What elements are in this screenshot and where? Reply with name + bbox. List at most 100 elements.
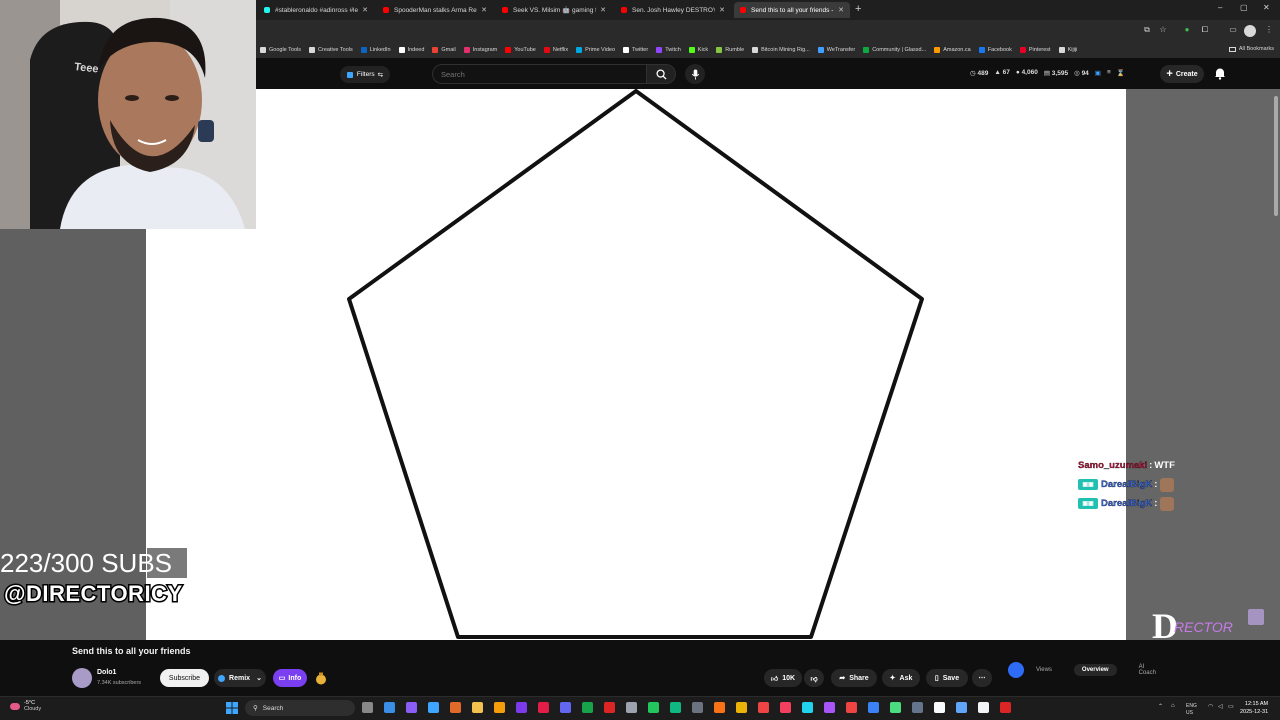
close-tab-icon[interactable]: ✕ — [719, 6, 725, 14]
search-input[interactable] — [432, 64, 646, 84]
taskbar-app-icon[interactable] — [714, 702, 725, 713]
taskbar-app-icon[interactable] — [362, 702, 373, 713]
browser-tab-1[interactable]: #stableronaldo #adinross #lebr ✕ — [258, 2, 374, 18]
minimize-button[interactable]: – — [1218, 3, 1222, 12]
voice-search-button[interactable] — [685, 64, 705, 84]
sidebar-icon[interactable]: ▭ — [1228, 25, 1238, 35]
puzzle-icon[interactable]: ⧠ — [1200, 25, 1210, 35]
bookmark-item[interactable]: Kick — [688, 47, 708, 53]
taskbar-app-icon[interactable] — [648, 702, 659, 713]
taskbar-app-icon[interactable] — [406, 702, 417, 713]
taskbar-app-icon[interactable] — [670, 702, 681, 713]
taskbar-app-icon[interactable] — [780, 702, 791, 713]
taskbar-app-icon[interactable] — [582, 702, 593, 713]
network-icon[interactable]: ⌂ — [1171, 703, 1175, 709]
bookmark-item[interactable]: Kijiji — [1058, 47, 1077, 53]
taskbar-app-icon[interactable] — [758, 702, 769, 713]
subscribe-button[interactable]: Subscribe — [160, 669, 209, 687]
list-icon[interactable]: ≡ — [1107, 69, 1111, 77]
all-bookmarks[interactable]: All Bookmarks — [1228, 46, 1274, 52]
bookmark-item[interactable]: Community | Glassd... — [863, 47, 926, 53]
channel-name[interactable]: Dolo1 — [97, 669, 116, 676]
tab-ai-coach[interactable]: AI Coach — [1139, 664, 1156, 676]
vidiq-icon[interactable] — [1008, 662, 1024, 678]
taskbar-app-icon[interactable] — [692, 702, 703, 713]
taskbar-app-icon[interactable] — [384, 702, 395, 713]
taskbar-app-icon[interactable] — [494, 702, 505, 713]
taskbar-search[interactable]: ⚲ Search — [245, 700, 355, 716]
video-player[interactable] — [256, 89, 1126, 640]
bookmark-item[interactable]: Gmail — [432, 47, 456, 53]
filters-button[interactable]: Filters ⇆ — [340, 66, 390, 83]
taskbar-app-icon[interactable] — [824, 702, 835, 713]
taskbar-app-icon[interactable] — [868, 702, 879, 713]
browser-tab-3[interactable]: Seek VS. Milsim 🤖 gaming fun ✕ — [496, 2, 612, 18]
save-button[interactable]: ▯ Save — [926, 669, 968, 687]
taskbar-app-icon[interactable] — [1000, 702, 1011, 713]
taskbar-app-icon[interactable] — [604, 702, 615, 713]
close-tab-icon[interactable]: ✕ — [600, 6, 606, 14]
search-button[interactable] — [646, 64, 676, 84]
close-tab-icon[interactable]: ✕ — [838, 6, 844, 14]
share-button[interactable]: ➦ Share — [831, 669, 877, 687]
bookmark-item[interactable]: Indeed — [398, 47, 424, 53]
bookmark-item[interactable]: Prime Video — [576, 47, 615, 53]
notifications-bell-icon[interactable] — [1214, 67, 1226, 80]
bookmark-item[interactable]: YouTube — [505, 47, 536, 53]
star-icon[interactable]: ☆ — [1158, 25, 1168, 35]
bookmark-item[interactable]: Rumble — [716, 47, 744, 53]
bookmark-item[interactable]: Pinterest — [1019, 47, 1051, 53]
bookmark-item[interactable]: Bitcoin Mining Rig... — [752, 47, 810, 53]
hourglass-icon[interactable]: ⌛ — [1117, 69, 1125, 77]
tray-overflow-icon[interactable]: ⌃ — [1158, 703, 1163, 710]
taskbar-app-icon[interactable] — [956, 702, 967, 713]
windows-start-icon[interactable] — [226, 702, 238, 714]
ask-button[interactable]: ✦ Ask — [882, 669, 920, 687]
taskbar-app-icon[interactable] — [538, 702, 549, 713]
taskbar-app-icon[interactable] — [736, 702, 747, 713]
create-button[interactable]: + Create — [1160, 65, 1204, 83]
language-indicator[interactable]: ENG US — [1186, 703, 1197, 717]
menu-icon[interactable]: ⋮ — [1264, 25, 1274, 35]
browser-tab-4[interactable]: Sen. Josh Hawley DESTROYS C ✕ — [615, 2, 731, 18]
profile-avatar[interactable] — [1244, 25, 1256, 37]
bookmark-item[interactable]: LinkedIn — [360, 47, 391, 53]
studio-icon[interactable]: ▣ — [1095, 69, 1101, 77]
info-button[interactable]: ▭ Info — [273, 669, 307, 687]
money-bag-icon[interactable] — [314, 671, 328, 685]
more-actions-button[interactable]: ⋯ — [972, 669, 992, 687]
close-tab-icon[interactable]: ✕ — [362, 6, 368, 14]
bookmark-item[interactable]: Netflix — [543, 47, 568, 53]
bookmark-item[interactable]: WeTransfer — [817, 47, 855, 53]
battery-icon[interactable]: ▭ — [1228, 703, 1234, 710]
taskbar-app-icon[interactable] — [472, 702, 483, 713]
taskbar-app-icon[interactable] — [450, 702, 461, 713]
weather-widget[interactable]: -5°C Cloudy — [10, 700, 41, 712]
volume-icon[interactable]: ◁ — [1218, 703, 1223, 710]
page-scrollbar[interactable] — [1274, 96, 1278, 216]
taskbar-app-icon[interactable] — [428, 702, 439, 713]
browser-tab-5-active[interactable]: Send this to all your friends - Yo ✕ — [734, 2, 850, 18]
extension-icon[interactable]: ● — [1182, 25, 1192, 35]
taskbar-app-icon[interactable] — [626, 702, 637, 713]
taskbar-app-icon[interactable] — [560, 702, 571, 713]
bookmark-item[interactable]: Instagram — [463, 47, 497, 53]
bookmark-item[interactable]: Google Tools — [260, 47, 301, 53]
dislike-button[interactable]: 👎︎ — [804, 669, 824, 687]
bookmark-item[interactable]: Creative Tools — [309, 47, 353, 53]
browser-tab-2[interactable]: SpooderMan stalks Arma Refor ✕ — [377, 2, 493, 18]
taskbar-app-icon[interactable] — [890, 702, 901, 713]
taskbar-app-icon[interactable] — [934, 702, 945, 713]
bookmark-item[interactable]: Twitch — [656, 47, 681, 53]
taskbar-app-icon[interactable] — [912, 702, 923, 713]
bookmark-item[interactable]: Amazon.ca — [934, 47, 971, 53]
new-tab-button[interactable]: + — [855, 3, 861, 15]
remix-button[interactable]: Remix ⌄ — [214, 669, 266, 687]
wifi-icon[interactable]: ◠ — [1208, 703, 1213, 710]
taskbar-app-icon[interactable] — [516, 702, 527, 713]
bookmark-item[interactable]: Twitter — [623, 47, 648, 53]
taskbar-app-icon[interactable] — [802, 702, 813, 713]
taskbar-clock[interactable]: 12:15 AM 2025-12-31 — [1240, 700, 1268, 716]
close-tab-icon[interactable]: ✕ — [481, 6, 487, 14]
like-button[interactable]: 👍︎ 10K — [764, 669, 802, 687]
